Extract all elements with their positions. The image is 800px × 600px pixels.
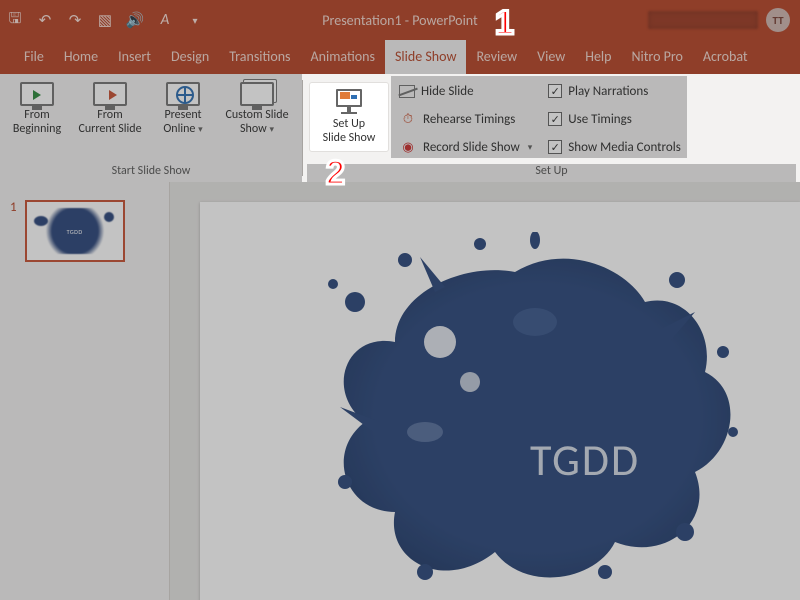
tab-review[interactable]: Review (466, 40, 527, 74)
custom-slide-show-button[interactable]: Custom Slide Show ▾ (216, 76, 298, 141)
user-area: TT (648, 8, 790, 32)
tab-transitions[interactable]: Transitions (219, 40, 300, 74)
quick-access-toolbar: 🖫 ↶ ↷ ▧ 🔊 A ▾ (6, 11, 204, 29)
user-name-redacted (648, 11, 758, 29)
font-color-icon[interactable]: A (156, 11, 174, 29)
tab-slide-show[interactable]: Slide Show (385, 40, 466, 74)
tab-acrobat[interactable]: Acrobat (693, 40, 758, 74)
tab-view[interactable]: View (527, 40, 575, 74)
slide-title-text: TGDD (530, 433, 640, 487)
setup-commands-col: Hide Slide ⏱ Rehearse Timings ◉ Record S… (391, 76, 538, 158)
set-up-slide-show-button[interactable]: Set Up Slide Show (309, 82, 389, 152)
title-bar: 🖫 ↶ ↷ ▧ 🔊 A ▾ Presentation1 - PowerPoint… (0, 0, 800, 40)
ribbon: From Beginning From Current Slide Presen… (0, 74, 800, 182)
ribbon-tabs: File Home Insert Design Transitions Anim… (0, 40, 800, 74)
projector-screen-icon (332, 89, 366, 115)
monitor-globe-icon (166, 82, 200, 106)
play-narrations-checkbox[interactable]: ✓ Play Narrations (548, 80, 681, 102)
start-from-beginning-icon[interactable]: ▧ (96, 11, 114, 29)
window-title: Presentation1 - PowerPoint (322, 12, 477, 29)
record-slide-show-button[interactable]: ◉ Record Slide Show ▾ (399, 136, 532, 158)
set-up-slide-show-wrap: Set Up Slide Show (307, 76, 391, 158)
tab-insert[interactable]: Insert (108, 40, 161, 74)
avatar[interactable]: TT (766, 8, 790, 32)
workspace: 1 TGDD (0, 182, 800, 600)
monitor-play-current-icon (93, 82, 127, 106)
group-start-slide-show: From Beginning From Current Slide Presen… (0, 74, 302, 182)
from-beginning-button[interactable]: From Beginning (4, 76, 70, 140)
ink-splat-graphic (285, 232, 745, 592)
setup-checkbox-col: ✓ Play Narrations ✓ Use Timings ✓ Show M… (538, 76, 687, 158)
show-media-controls-checkbox[interactable]: ✓ Show Media Controls (548, 136, 681, 158)
tab-help[interactable]: Help (575, 40, 621, 74)
tab-animations[interactable]: Animations (301, 40, 385, 74)
record-icon: ◉ (399, 138, 417, 156)
group-label: Start Slide Show (4, 164, 298, 182)
thumbnail-preview: TGDD (25, 200, 125, 262)
slide-canvas-area: TGDD (170, 182, 800, 600)
document-name: Presentation1 (322, 12, 401, 29)
chevron-down-icon: ▾ (198, 124, 203, 135)
redo-icon[interactable]: ↷ (66, 11, 84, 29)
hide-slide-icon (399, 85, 415, 98)
group-label: Set Up (307, 164, 796, 182)
audio-icon[interactable]: 🔊 (126, 11, 144, 29)
checkbox-checked-icon: ✓ (548, 84, 562, 98)
thumbnail-1[interactable]: 1 TGDD (10, 200, 159, 262)
present-online-button[interactable]: Present Online ▾ (150, 76, 216, 141)
save-icon[interactable]: 🖫 (6, 11, 24, 29)
undo-icon[interactable]: ↶ (36, 11, 54, 29)
clock-icon: ⏱ (399, 110, 417, 128)
tab-home[interactable]: Home (54, 40, 108, 74)
checkbox-checked-icon: ✓ (548, 140, 562, 154)
hide-slide-button[interactable]: Hide Slide (399, 80, 532, 102)
thumbnail-number: 1 (10, 200, 17, 215)
chevron-down-icon: ▾ (269, 124, 274, 135)
app-name: PowerPoint (412, 12, 477, 29)
monitor-play-icon (20, 82, 54, 106)
group-set-up: Set Up Slide Show Hide Slide ⏱ Rehearse … (303, 74, 800, 182)
monitor-stack-icon (240, 82, 274, 106)
from-current-slide-button[interactable]: From Current Slide (70, 76, 150, 140)
chevron-down-icon: ▾ (528, 142, 533, 153)
tab-nitro-pro[interactable]: Nitro Pro (621, 40, 692, 74)
qat-more-icon[interactable]: ▾ (186, 11, 204, 29)
slide-thumbnail-panel: 1 TGDD (0, 182, 170, 600)
slide[interactable]: TGDD (200, 202, 800, 600)
tab-file[interactable]: File (14, 40, 54, 74)
rehearse-timings-button[interactable]: ⏱ Rehearse Timings (399, 108, 532, 130)
tab-design[interactable]: Design (161, 40, 219, 74)
checkbox-checked-icon: ✓ (548, 112, 562, 126)
use-timings-checkbox[interactable]: ✓ Use Timings (548, 108, 681, 130)
